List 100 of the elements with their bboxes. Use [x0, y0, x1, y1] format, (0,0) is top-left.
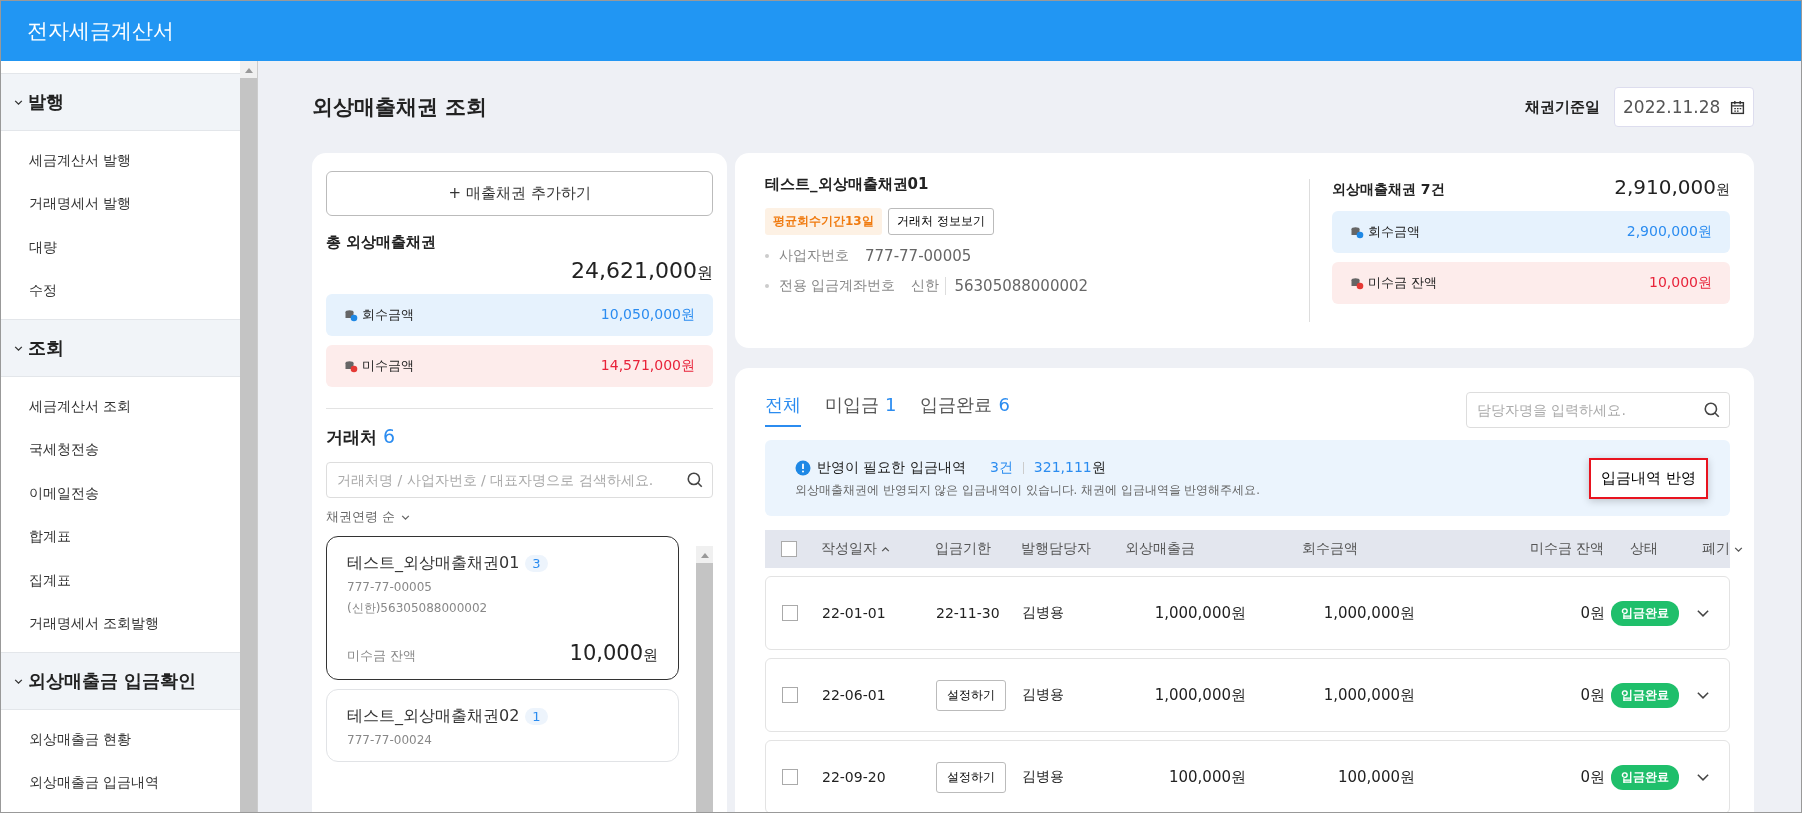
amount-label: 회수금액 [1368, 223, 1420, 241]
table-cell-text: 0원 [1579, 767, 1605, 787]
apply-deposits-button[interactable]: 입금내역 반영 [1589, 457, 1708, 499]
total-amount: 24,621,000원 [570, 258, 713, 284]
date-label: 채권기준일 [1525, 97, 1600, 117]
coin-icon [1350, 225, 1364, 239]
balance-amount: 10,000원 [569, 641, 658, 665]
field-label: 사업자번호 [779, 247, 849, 265]
bank-name: 신한 [911, 277, 947, 295]
amount-label: 미수금 잔액 [1368, 274, 1438, 292]
page-title: 외상매출채권 조회 [312, 94, 488, 121]
checkbox[interactable] [782, 605, 798, 621]
table-cell-text: 100,000원 [1167, 767, 1246, 787]
balance-label: 미수금 잔액 [347, 647, 417, 665]
filter-tab[interactable]: 입금완료 6 [920, 381, 1010, 427]
client-card[interactable]: 테스트_외상매출채권02 1 777-77-00024 [326, 689, 679, 762]
search-icon [686, 471, 704, 489]
manager-search-field[interactable]: 담당자명을 입력하세요. [1466, 392, 1730, 428]
column-header[interactable]: 입금기한 [935, 540, 1021, 558]
column-header[interactable]: 작성일자 [821, 540, 935, 558]
period-badge: 평균회수기간13일 [765, 208, 882, 235]
table-cell-text: 22-09-20 [822, 769, 887, 785]
amount-value: 10,000원 [1649, 274, 1712, 292]
sidebar-item[interactable]: 외상매출금 입금내역 [1, 761, 240, 805]
table-cell-text: 0원 [1579, 603, 1605, 623]
account-number: (신한)56305088000002 [347, 600, 489, 617]
business-number: 777-77-00005 [347, 580, 433, 594]
client-card[interactable]: 테스트_외상매출채권01 3 777-77-00005 (신한)56305088000002 미수금 잔액 10,000원 [326, 536, 679, 680]
alert-icon [795, 459, 811, 476]
table-row[interactable]: 22-06-01 설정하기 김병용 1,000,000원 1,000,000원 0원 입금완료 [765, 658, 1730, 732]
amount-label: 미수금액 [362, 357, 414, 375]
status-badge: 입금완료 [1611, 764, 1679, 790]
table-row[interactable]: 22-01-01 22-11-30 김병용 1,000,000원 1,000,000원 0원 입금완료 [765, 576, 1730, 650]
client-name: 테스트_외상매출채권01 [765, 175, 930, 194]
table-cell-text: 1,000,000원 [1322, 685, 1415, 705]
total-amount: 2,910,000원 [1614, 175, 1730, 199]
column-header[interactable]: 발행담당자 [1021, 540, 1125, 558]
set-deadline-button[interactable]: 설정하기 [936, 761, 1006, 793]
sidebar-section-header[interactable]: 발행 [1, 73, 240, 131]
amount-value: 2,900,000원 [1626, 223, 1712, 241]
sidebar-item[interactable]: 거래명세서 조회발행 [1, 602, 240, 646]
column-header[interactable]: 상태 [1604, 540, 1684, 558]
sidebar-item[interactable]: 이메일전송 [1, 472, 240, 516]
notice-count: 3건 [989, 458, 1013, 477]
table-cell-text: 김병용 [1022, 686, 1065, 704]
sidebar-item[interactable]: 합계표 [1, 515, 240, 559]
client-name: 테스트_외상매출채권02 [347, 706, 520, 727]
sidebar-item[interactable]: 세금계산서 발행 [1, 139, 240, 183]
set-deadline-button[interactable]: 설정하기 [936, 679, 1006, 711]
count-badge: 1 [525, 708, 548, 725]
checkbox[interactable] [782, 687, 798, 703]
sidebar-item[interactable]: 집계표 [1, 559, 240, 603]
add-receivable-button[interactable]: + 매출채권 추가하기 [326, 171, 713, 216]
table-cell-text: 0원 [1579, 685, 1605, 705]
field-value: 56305088000002 [954, 277, 1089, 295]
client-search-field[interactable]: 거래처명 / 사업자번호 / 대표자명으로 검색하세요. [326, 462, 713, 498]
notice-message: 외상매출채권에 반영되지 않은 입금내역이 있습니다. 채권에 입금내역을 반영해주세요. [795, 482, 1260, 498]
sidebar-item[interactable]: 대량 [1, 226, 240, 270]
filter-tab[interactable]: 미입금 1 [825, 381, 897, 427]
sidebar-item[interactable]: 수정 [1, 269, 240, 313]
date-field[interactable]: 2022.11.28 [1614, 87, 1754, 127]
notice-title: 반영이 필요한 입금내역 [817, 458, 966, 477]
column-header[interactable]: 외상매출금 [1125, 540, 1245, 558]
client-info-button[interactable]: 거래처 정보보기 [887, 208, 994, 235]
sort-dropdown[interactable]: 채권연령 순 [326, 508, 412, 526]
sidebar-item[interactable]: 외상매출금 현황 [1, 718, 240, 762]
coin-icon [344, 359, 358, 373]
status-badge: 입금완료 [1611, 600, 1679, 626]
amount-value: 14,571,000원 [600, 357, 695, 375]
scroll-up-icon[interactable] [700, 551, 709, 558]
sidebar-item[interactable]: 거래명세서 발행 [1, 182, 240, 226]
table-cell-text: 1,000,000원 [1153, 603, 1246, 623]
table-cell-text: 김병용 [1022, 768, 1065, 786]
checkbox[interactable] [781, 541, 797, 557]
notice-amount: 321,111원 [1033, 458, 1106, 477]
coin-icon [344, 308, 358, 322]
sidebar-section-header[interactable]: 외상매출금 입금확인 [1, 652, 240, 710]
table-cell-text: 1,000,000원 [1322, 603, 1415, 623]
table-cell-text: 22-06-01 [822, 687, 887, 703]
total-label: 총 외상매출채권 [326, 233, 438, 252]
column-header[interactable]: 폐기 [1684, 540, 1744, 558]
column-header[interactable]: 회수금액 [1245, 540, 1414, 558]
clients-heading: 거래처 6 [326, 425, 396, 449]
field-label: 전용 입금계좌번호 [779, 277, 896, 295]
business-number: 777-77-00024 [347, 733, 433, 747]
checkbox[interactable] [782, 769, 798, 785]
sidebar-section-header[interactable]: 조회 [1, 319, 240, 377]
sidebar-item[interactable]: 세금계산서 조회 [1, 385, 240, 429]
sidebar-item[interactable]: 국세청전송 [1, 428, 240, 472]
calendar-icon [1730, 99, 1745, 115]
field-value: 777-77-00005 [865, 247, 972, 265]
search-icon [1703, 401, 1721, 419]
table-cell-text: 김병용 [1022, 604, 1065, 622]
scroll-up-icon[interactable] [244, 66, 253, 73]
client-name: 테스트_외상매출채권01 [347, 553, 520, 574]
column-header[interactable]: 미수금 잔액 [1414, 540, 1604, 558]
table-cell: 22-11-30 [936, 605, 1000, 621]
app-title: 전자세금계산서 [27, 18, 174, 45]
table-cell-text: 100,000원 [1336, 767, 1415, 787]
amount-label: 회수금액 [362, 306, 414, 324]
